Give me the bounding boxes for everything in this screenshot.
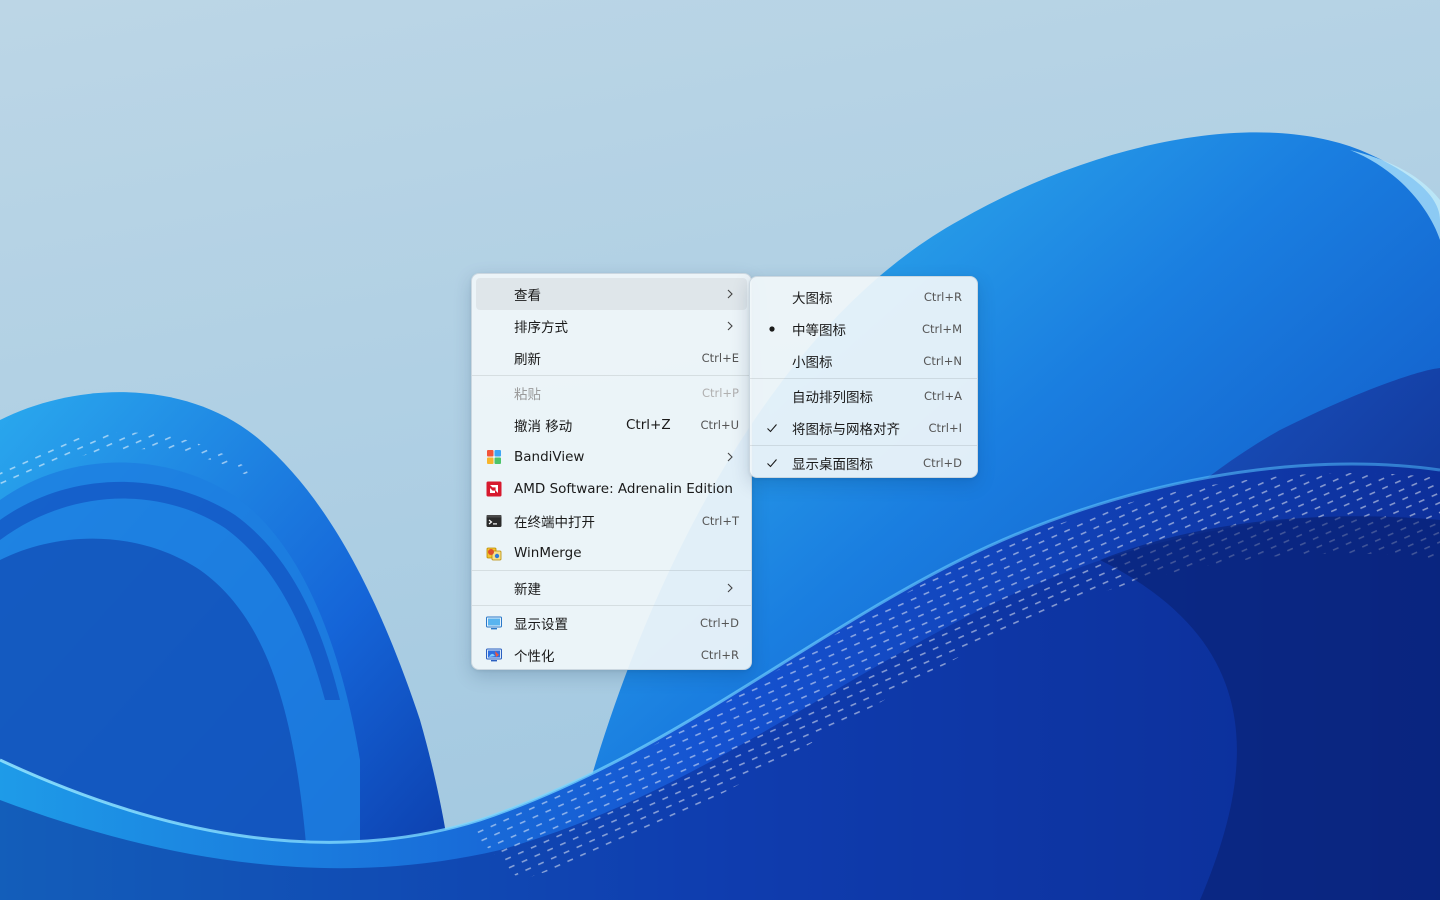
submenu-item-shortcut: Ctrl+I	[928, 421, 963, 435]
menu-item-open-in-terminal[interactable]: 在终端中打开 Ctrl+T	[476, 505, 747, 537]
submenu-item-show-desktop-icons[interactable]: 显示桌面图标 Ctrl+D	[754, 447, 973, 479]
submenu-item-label: 将图标与网格对齐	[792, 422, 900, 438]
menu-item-label: 撤消 移动	[514, 419, 573, 435]
menu-item-sort-by[interactable]: 排序方式	[476, 310, 747, 342]
submenu-item-label: 显示桌面图标	[792, 457, 873, 473]
menu-item-label: 在终端中打开	[514, 515, 595, 531]
menu-item-label: WinMerge	[514, 545, 582, 561]
radio-bullet-icon	[769, 326, 775, 332]
menu-item-view[interactable]: 查看	[476, 278, 747, 310]
menu-item-label-shortcut: Ctrl+Z	[626, 417, 671, 433]
menu-separator	[472, 375, 751, 376]
display-settings-icon	[486, 616, 502, 630]
menu-item-new[interactable]: 新建	[476, 572, 747, 604]
submenu-item-shortcut: Ctrl+M	[921, 322, 962, 336]
desktop[interactable]: 查看 排序方式 刷新 Ctrl+E 粘贴 Ctrl+P 撤消 移动 Ctrl+Z…	[0, 0, 1440, 900]
menu-separator	[750, 445, 977, 446]
desktop-context-menu: 查看 排序方式 刷新 Ctrl+E 粘贴 Ctrl+P 撤消 移动 Ctrl+Z…	[471, 273, 752, 670]
menu-separator	[472, 605, 751, 606]
menu-separator	[750, 378, 977, 379]
winmerge-icon	[486, 547, 502, 561]
menu-item-undo-move[interactable]: 撤消 移动 Ctrl+Z Ctrl+U	[476, 409, 747, 441]
submenu-item-shortcut: Ctrl+D	[923, 456, 962, 470]
submenu-item-auto-arrange[interactable]: 自动排列图标 Ctrl+A	[754, 380, 973, 412]
menu-item-shortcut: Ctrl+P	[701, 386, 739, 400]
submenu-item-label: 大图标	[792, 291, 833, 307]
menu-item-label: 查看	[514, 288, 541, 304]
submenu-item-medium-icons[interactable]: 中等图标 Ctrl+M	[754, 313, 973, 345]
menu-item-bandiview[interactable]: BandiView	[476, 441, 747, 473]
menu-item-winmerge[interactable]: WinMerge	[476, 537, 747, 569]
menu-item-label: 显示设置	[514, 617, 568, 633]
chevron-right-icon	[727, 452, 733, 462]
menu-item-label: 个性化	[514, 649, 555, 665]
submenu-item-shortcut: Ctrl+N	[923, 354, 962, 368]
menu-item-shortcut: Ctrl+U	[700, 418, 739, 432]
menu-separator	[472, 570, 751, 571]
checkmark-icon	[767, 424, 777, 433]
menu-item-refresh[interactable]: 刷新 Ctrl+E	[476, 342, 747, 374]
personalize-icon	[486, 648, 502, 662]
menu-item-shortcut: Ctrl+R	[700, 648, 739, 662]
menu-item-personalize[interactable]: 个性化 Ctrl+R	[476, 639, 747, 671]
menu-item-label: 排序方式	[514, 320, 568, 336]
amd-icon	[486, 481, 502, 497]
menu-item-paste: 粘贴 Ctrl+P	[476, 377, 747, 409]
chevron-right-icon	[727, 289, 733, 299]
submenu-item-shortcut: Ctrl+R	[923, 290, 962, 304]
chevron-right-icon	[727, 321, 733, 331]
menu-item-label: AMD Software: Adrenalin Edition	[514, 481, 733, 497]
menu-item-display-settings[interactable]: 显示设置 Ctrl+D	[476, 607, 747, 639]
menu-item-label: BandiView	[514, 449, 585, 465]
submenu-item-large-icons[interactable]: 大图标 Ctrl+R	[754, 281, 973, 313]
menu-item-shortcut: Ctrl+T	[701, 514, 739, 528]
bandiview-icon	[487, 450, 501, 464]
submenu-item-shortcut: Ctrl+A	[924, 389, 962, 403]
menu-item-amd-software[interactable]: AMD Software: Adrenalin Edition	[476, 473, 747, 505]
menu-item-label: 刷新	[514, 352, 541, 368]
menu-item-shortcut: Ctrl+D	[700, 616, 739, 630]
chevron-right-icon	[727, 583, 733, 593]
submenu-item-label: 小图标	[792, 355, 833, 371]
menu-item-label: 新建	[514, 582, 541, 598]
submenu-item-label: 自动排列图标	[792, 390, 873, 406]
terminal-icon	[486, 515, 502, 527]
checkmark-icon	[767, 459, 777, 468]
view-submenu: 大图标 Ctrl+R 中等图标 Ctrl+M 小图标 Ctrl+N 自动排列图标…	[749, 276, 978, 478]
submenu-item-label: 中等图标	[792, 323, 846, 339]
submenu-item-small-icons[interactable]: 小图标 Ctrl+N	[754, 345, 973, 377]
submenu-item-align-to-grid[interactable]: 将图标与网格对齐 Ctrl+I	[754, 412, 973, 444]
menu-item-label: 粘贴	[514, 387, 541, 403]
menu-item-shortcut: Ctrl+E	[701, 351, 739, 365]
